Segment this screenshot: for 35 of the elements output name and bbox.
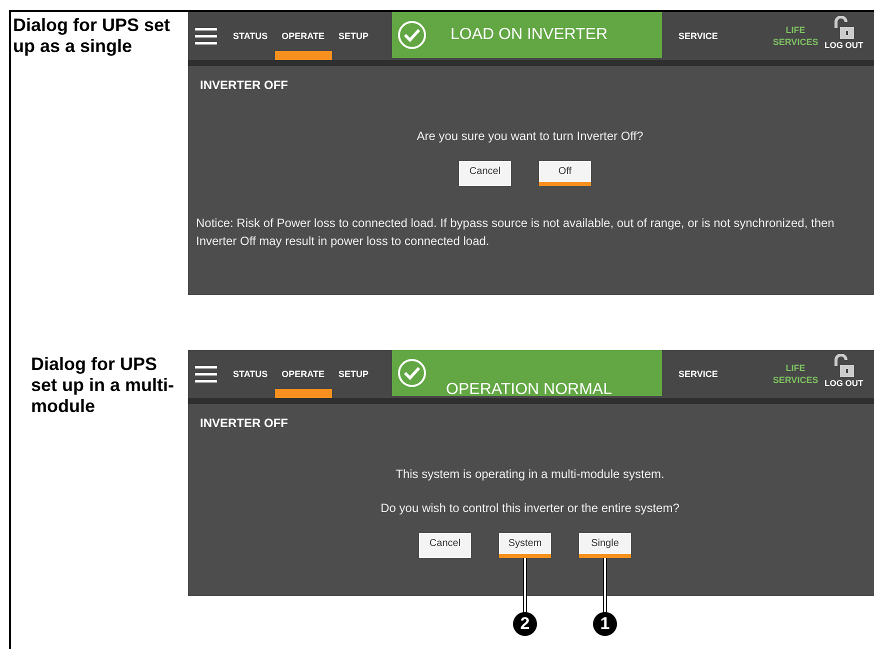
unlocked-padlock-icon[interactable] — [832, 16, 856, 40]
status-text: LOAD ON INVERTER — [449, 26, 609, 44]
menu-icon[interactable] — [195, 27, 217, 45]
service-tab[interactable]: SERVICE — [678, 12, 759, 60]
dialog-message: Are you sure you want to turn Inverter Off? — [416, 129, 644, 143]
service-tab[interactable]: SERVICE — [678, 350, 759, 398]
dialog-title: INVERTER OFF — [200, 416, 290, 430]
nav-tab[interactable]: STATUS — [226, 21, 275, 60]
dialog-button[interactable]: Single — [579, 533, 631, 558]
nav-tab[interactable]: STATUS — [226, 359, 275, 398]
dialog-button[interactable]: Cancel — [419, 533, 471, 558]
dialog-button[interactable]: Off — [539, 161, 591, 186]
callout-number: 2 — [513, 612, 537, 636]
check-circle-icon — [396, 20, 427, 50]
life-services-link[interactable]: LIFE SERVICES — [770, 12, 821, 60]
figure-caption: Dialog for UPS set up in a multi-module — [30, 353, 176, 418]
nav-tab[interactable]: OPERATE — [274, 21, 332, 60]
nav-tab[interactable]: SETUP — [332, 21, 376, 60]
dialog-button[interactable]: System — [499, 533, 551, 558]
check-circle-icon — [396, 358, 427, 388]
notice-text: Notice: Risk of Power loss to connected load. If bypass source is not available, out of range, or is not synchronized, then Inverter Off may result in power loss to connected load. — [196, 215, 836, 250]
menu-icon[interactable] — [195, 365, 217, 383]
status-text: OPERATION NORMAL — [445, 381, 613, 396]
logout-label[interactable]: LOG OUT — [824, 378, 864, 388]
logout-label[interactable]: LOG OUT — [824, 40, 864, 50]
figure-caption: Dialog for UPS set up as a single — [12, 14, 172, 58]
unlocked-padlock-icon[interactable] — [832, 354, 856, 378]
dialog-title: INVERTER OFF — [200, 78, 290, 92]
callout-number: 1 — [593, 612, 617, 636]
dialog-message: This system is operating in a multi-module system. — [394, 467, 666, 481]
dialog-button[interactable]: Cancel — [459, 161, 511, 186]
dialog-message: Do you wish to control this inverter or the entire system? — [380, 501, 680, 515]
life-services-link[interactable]: LIFE SERVICES — [770, 350, 821, 398]
nav-tab[interactable]: OPERATE — [274, 359, 332, 398]
nav-tab[interactable]: SETUP — [332, 359, 376, 398]
